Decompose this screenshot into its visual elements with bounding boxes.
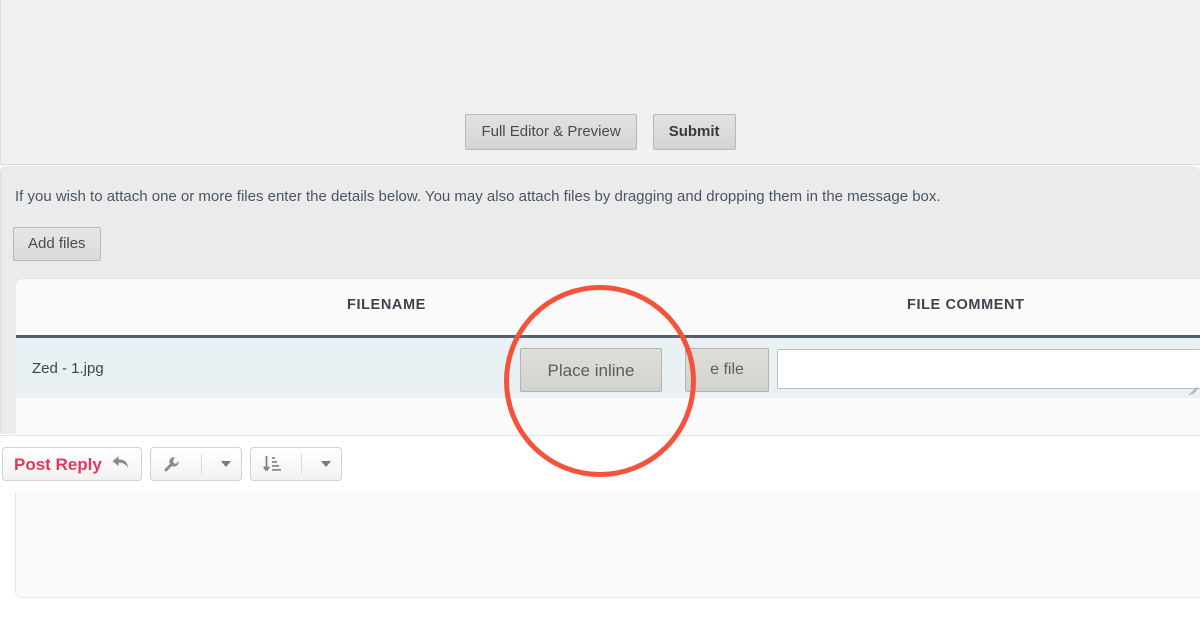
editor-panel: Full Editor & Preview Submit bbox=[0, 0, 1200, 165]
full-editor-preview-button[interactable]: Full Editor & Preview bbox=[465, 114, 637, 150]
editor-action-buttons: Full Editor & Preview Submit bbox=[1, 114, 1200, 150]
toolbar-divider bbox=[200, 454, 202, 474]
page-root: Full Editor & Preview Submit If you wish… bbox=[0, 0, 1200, 628]
post-reply-label: Post Reply bbox=[14, 454, 102, 474]
chevron-down-icon[interactable] bbox=[311, 448, 341, 480]
attachment-instructions: If you wish to attach one or more files … bbox=[15, 188, 941, 205]
attachment-panel: If you wish to attach one or more files … bbox=[0, 166, 1200, 598]
table-row: Zed - 1.jpg Place inline e file bbox=[16, 335, 1200, 398]
chevron-down-icon[interactable] bbox=[211, 448, 241, 480]
table-header-row: FILENAME FILE COMMENT bbox=[16, 279, 1200, 335]
bottom-toolbar: Post Reply bbox=[0, 435, 1200, 492]
place-inline-button[interactable]: Place inline bbox=[520, 348, 662, 392]
attachment-filename: Zed - 1.jpg bbox=[32, 360, 104, 377]
tools-dropdown-button[interactable] bbox=[149, 447, 242, 481]
column-header-file-comment: FILE COMMENT bbox=[907, 297, 1025, 313]
reply-arrow-icon bbox=[111, 454, 130, 474]
submit-button[interactable]: Submit bbox=[652, 114, 736, 150]
toolbar-divider bbox=[300, 454, 302, 474]
column-header-filename: FILENAME bbox=[347, 297, 426, 313]
sort-descending-icon[interactable] bbox=[251, 448, 292, 480]
table-footer-spacer bbox=[16, 398, 1200, 426]
post-reply-button[interactable]: Post Reply bbox=[2, 447, 142, 481]
wrench-icon[interactable] bbox=[151, 448, 192, 480]
file-comment-input[interactable] bbox=[777, 349, 1200, 389]
sort-dropdown-button[interactable] bbox=[249, 447, 342, 481]
toolbar-button-group: Post Reply bbox=[2, 447, 342, 481]
delete-file-button[interactable]: e file bbox=[685, 348, 769, 392]
add-files-button[interactable]: Add files bbox=[13, 227, 101, 261]
